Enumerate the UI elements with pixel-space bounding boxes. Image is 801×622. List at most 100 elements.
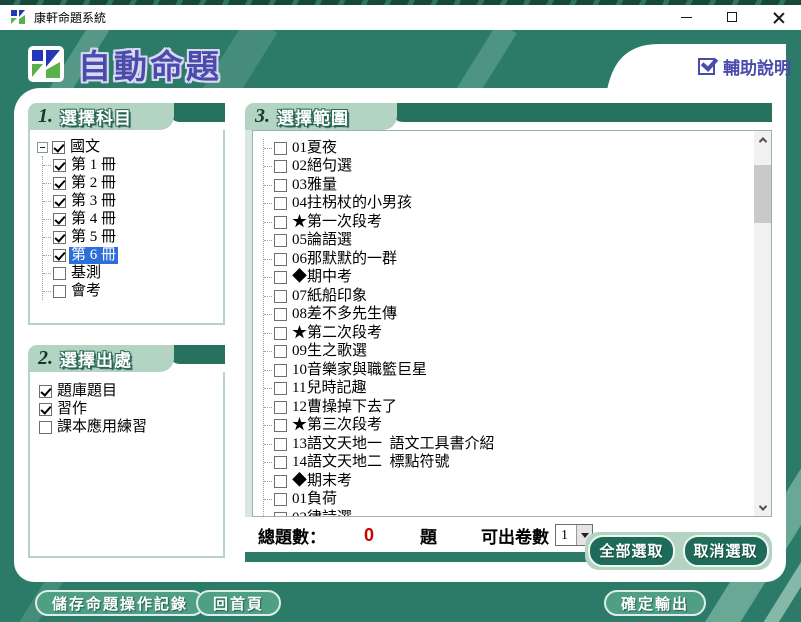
scrollbar[interactable] [754, 131, 771, 516]
list-item[interactable]: 會考 [43, 282, 220, 300]
panel3-header: 3. 選擇範圍 [245, 103, 772, 130]
list-item[interactable]: 第 4 冊 [43, 210, 220, 228]
list-item[interactable]: 基測 [43, 264, 220, 282]
list-item[interactable]: 習作 [39, 400, 220, 418]
checkbox[interactable] [53, 231, 66, 244]
list-item[interactable]: 08差不多先生傳 [264, 306, 497, 325]
list-item[interactable]: 09生之歌選 [264, 343, 497, 362]
window-top-decoration [0, 0, 801, 5]
list-item[interactable]: 第 5 冊 [43, 228, 220, 246]
checkbox[interactable] [274, 493, 287, 506]
checkbox[interactable] [274, 475, 287, 488]
checkbox[interactable] [274, 382, 287, 395]
panel2-header: 2. 選擇出處 [28, 345, 225, 372]
item-label: 02絕句選 [290, 158, 354, 175]
list-item[interactable]: 01夏夜 [264, 139, 497, 158]
checkbox[interactable] [274, 160, 287, 173]
checkbox[interactable] [53, 267, 66, 280]
item-label: 第 3 冊 [69, 193, 118, 210]
checkbox[interactable] [274, 364, 287, 377]
source-checkbox-list: 題庫題目習作課本應用練習 [28, 372, 225, 558]
list-item[interactable]: 第 6 冊 [43, 246, 220, 264]
checkbox[interactable] [274, 456, 287, 469]
confirm-output-button[interactable]: 確定輸出 [604, 590, 706, 616]
list-item[interactable]: 03雅量 [264, 176, 497, 195]
checkbox[interactable] [39, 421, 52, 434]
checkbox[interactable] [53, 195, 66, 208]
scrollbar-thumb[interactable] [754, 165, 771, 223]
list-item[interactable]: ★第三次段考 [264, 417, 497, 436]
minimize-button[interactable] [663, 4, 709, 30]
tree-line [264, 370, 272, 371]
panel-select-scope: 3. 選擇範圍 01夏夜02絕句選03雅量04拄柺杖的小男孩★第一次段考05論語… [245, 103, 772, 517]
list-item[interactable]: 第 2 冊 [43, 174, 220, 192]
item-label: 01夏夜 [290, 140, 339, 157]
checkbox[interactable] [274, 179, 287, 192]
list-item[interactable]: ◆期末考 [264, 472, 497, 491]
maximize-button[interactable] [709, 4, 755, 30]
item-label: 07紙船印象 [290, 288, 369, 305]
checkbox[interactable] [274, 216, 287, 229]
panel3-header-tab [391, 103, 772, 122]
scroll-up-button[interactable] [754, 131, 771, 148]
checkbox[interactable] [53, 177, 66, 190]
checkbox[interactable] [53, 249, 66, 262]
checkbox[interactable] [274, 271, 287, 284]
checkbox[interactable] [53, 285, 66, 298]
app-window: 康軒命題系統 自動命題 輔助說 [0, 0, 801, 622]
scroll-down-button[interactable] [754, 499, 771, 516]
list-item[interactable]: 05論語選 [264, 232, 497, 251]
list-item[interactable]: 13語文天地一 語文工具書介紹 [264, 435, 497, 454]
list-item[interactable]: 01負荷 [264, 491, 497, 510]
questions-unit-label: 題 [420, 523, 437, 548]
list-item[interactable]: 課本應用練習 [39, 418, 220, 436]
close-button[interactable] [755, 4, 801, 30]
list-item[interactable]: 11兒時記趣 [264, 380, 497, 399]
list-item[interactable]: ★第二次段考 [264, 324, 497, 343]
list-item[interactable]: 12曹操掉下去了 [264, 398, 497, 417]
app-logo-icon [10, 9, 26, 25]
list-item[interactable]: 題庫題目 [39, 382, 220, 400]
checkbox[interactable] [53, 213, 66, 226]
checkbox[interactable] [274, 512, 287, 517]
collapse-icon[interactable] [37, 142, 48, 153]
deselect-all-button[interactable]: 取消選取 [683, 535, 769, 567]
list-item[interactable]: 07紙船印象 [264, 287, 497, 306]
checkbox[interactable] [274, 419, 287, 432]
list-item[interactable]: ◆期中考 [264, 269, 497, 288]
home-button[interactable]: 回首頁 [196, 590, 281, 616]
item-label: ◆期中考 [290, 269, 354, 286]
tree-line [264, 444, 272, 445]
tree-line [264, 462, 272, 463]
checkbox[interactable] [274, 197, 287, 210]
list-item[interactable]: 02律詩選 [264, 509, 497, 517]
checkbox[interactable] [39, 403, 52, 416]
save-log-button[interactable]: 儲存命題操作記錄 [35, 590, 205, 616]
checkbox[interactable] [52, 141, 65, 154]
list-item[interactable]: 04拄柺杖的小男孩 [264, 195, 497, 214]
list-item[interactable]: 第 3 冊 [43, 192, 220, 210]
checkbox[interactable] [274, 308, 287, 321]
select-all-button[interactable]: 全部選取 [588, 535, 674, 567]
checkbox[interactable] [274, 290, 287, 303]
checkbox[interactable] [39, 385, 52, 398]
list-item[interactable]: 06那默默的一群 [264, 250, 497, 269]
item-label: 第 6 冊 [69, 247, 118, 264]
tree-line [264, 296, 272, 297]
checkbox[interactable] [274, 438, 287, 451]
checkbox[interactable] [53, 159, 66, 172]
checkbox[interactable] [274, 234, 287, 247]
checkbox[interactable] [274, 327, 287, 340]
checkbox[interactable] [274, 401, 287, 414]
tree-root-row[interactable]: 國文 [37, 138, 220, 156]
checkbox[interactable] [274, 345, 287, 358]
list-item[interactable]: 第 1 冊 [43, 156, 220, 174]
list-item[interactable]: 02絕句選 [264, 158, 497, 177]
list-item[interactable]: 14語文天地二 標點符號 [264, 454, 497, 473]
list-item[interactable]: 10音樂家與職籃巨星 [264, 361, 497, 380]
list-item[interactable]: ★第一次段考 [264, 213, 497, 232]
checkbox[interactable] [274, 142, 287, 155]
checkbox[interactable] [274, 253, 287, 266]
help-link[interactable]: 輔助說明 [698, 54, 791, 79]
maximize-icon [727, 12, 737, 22]
